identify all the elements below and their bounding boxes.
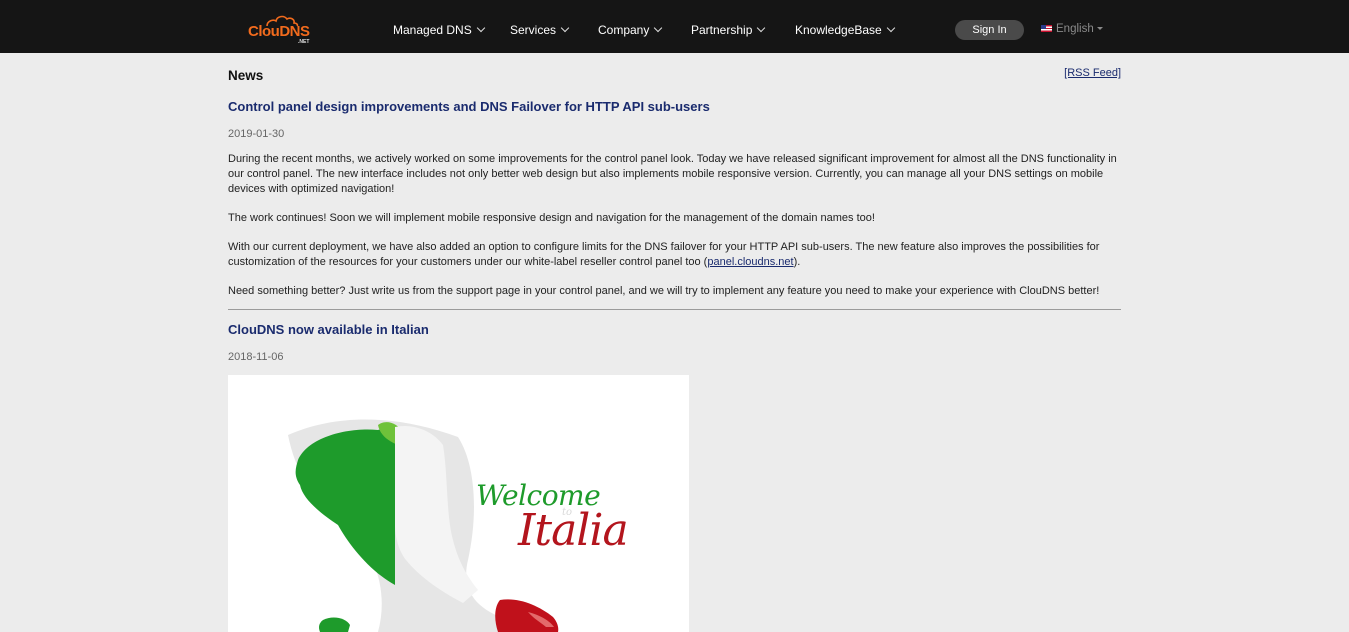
chevron-down-icon [560,23,570,33]
cloudns-logo[interactable]: ClouDNS .NET [247,13,313,47]
article-title-link[interactable]: Control panel design improvements and DN… [228,99,710,114]
article-divider [228,309,1121,310]
nav-knowledgebase[interactable]: KnowledgeBase [795,23,895,37]
paragraph-text: With our current deployment, we have als… [228,241,1100,268]
panel-cloudns-link[interactable]: panel.cloudns.net [707,256,793,268]
article-title-link[interactable]: ClouDNS now available in Italian [228,322,429,337]
caret-down-icon [1096,27,1103,30]
nav-company[interactable]: Company [598,23,663,37]
chevron-down-icon [476,23,485,33]
article-paragraph: The work continues! Soon we will impleme… [228,212,875,224]
italia-text: Italia [518,505,629,556]
uk-flag-icon [1041,25,1052,32]
nav-managed-dns[interactable]: Managed DNS [393,23,485,37]
welcome-italia-image: Welcome to Italia [228,375,689,632]
logo-text: ClouDNS [248,23,310,40]
rss-feed-link[interactable]: [RSS Feed] [1064,67,1121,79]
logo-sub-text: .NET [298,39,310,45]
language-selector[interactable]: English [1041,23,1103,35]
top-navigation-bar: ClouDNS .NET Managed DNS Services Compan… [0,0,1349,53]
sign-in-button[interactable]: Sign In [955,20,1024,40]
article-date: 2018-11-06 [228,351,284,363]
chevron-down-icon [757,23,766,33]
nav-label: KnowledgeBase [795,23,882,37]
chevron-down-icon [654,23,663,33]
nav-partnership[interactable]: Partnership [691,23,766,37]
chevron-down-icon [886,23,895,33]
nav-label: Services [510,23,557,37]
nav-services[interactable]: Services [510,23,570,37]
paragraph-text: ). [793,256,801,268]
nav-label: Managed DNS [393,23,472,37]
page-title: News [228,68,264,83]
article-paragraph: With our current deployment, we have als… [228,240,1121,270]
language-label: English [1056,23,1094,35]
article-date: 2019-01-30 [228,128,285,140]
nav-label: Company [598,23,650,37]
article-paragraph: During the recent months, we actively wo… [228,153,1117,195]
italy-map-illustration [288,419,559,632]
article-paragraph: Need something better? Just write us fro… [228,285,1100,297]
nav-label: Partnership [691,23,753,37]
